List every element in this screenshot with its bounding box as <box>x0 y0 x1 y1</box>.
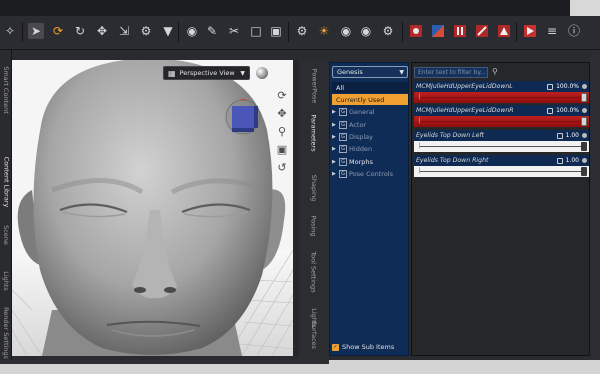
gear-icon[interactable]: ⚙ <box>380 23 396 39</box>
tree-item-currently-used[interactable]: Currently Used <box>332 94 408 105</box>
shape-icon[interactable]: □ <box>248 23 264 39</box>
scene-icon[interactable]: ✧ <box>2 23 18 39</box>
expand-arrow-icon: ▶ <box>332 121 336 128</box>
settings-icon[interactable]: ⚙ <box>294 23 310 39</box>
group-icon: G <box>339 132 347 141</box>
tree-group-actor[interactable]: ▶ G Actor <box>332 119 410 130</box>
group-icon: G <box>339 120 347 129</box>
group-icon: G <box>339 144 347 153</box>
slider-knob[interactable] <box>581 117 587 126</box>
property-slider[interactable]: MCMJulieHdUpperEyeLidDownR 100.0% │ <box>414 105 589 130</box>
chevron-down-icon: ▼ <box>240 69 245 77</box>
render-icon[interactable] <box>522 23 538 39</box>
tab-lights[interactable]: Lights <box>1 266 11 296</box>
lock-icon <box>547 83 554 90</box>
gear-icon <box>582 84 587 89</box>
tab-shaping[interactable]: Shaping <box>299 170 329 206</box>
group-icon: G <box>339 157 347 166</box>
view-selector[interactable]: ▦ Perspective View ▼ <box>163 66 250 80</box>
brush-icon[interactable]: ✎ <box>204 23 220 39</box>
tree-group-pose-controls[interactable]: ▶ G Pose Controls <box>332 168 410 179</box>
lock-icon <box>547 107 554 114</box>
right-pane-tabs: PowerPose Parameters Shaping Posing Tool… <box>299 60 329 360</box>
group-icon: G <box>339 107 347 116</box>
fill-icon[interactable] <box>452 23 468 39</box>
content-icon[interactable] <box>430 23 446 39</box>
zoom-icon[interactable]: ⚲ <box>272 122 292 140</box>
draw-style-icon[interactable] <box>256 67 268 79</box>
cursor-icon[interactable]: ➤ <box>28 23 44 39</box>
lock-icon <box>556 132 563 139</box>
pose-icon[interactable] <box>496 23 512 39</box>
light-icon[interactable]: ☀ <box>316 23 332 39</box>
property-list: Enter text to filter by... ⚲ MCMJulieHdU… <box>411 62 590 356</box>
rotate-node-icon[interactable]: ⟳ <box>50 23 66 39</box>
tree-group-general[interactable]: ▶ G General <box>332 106 410 117</box>
tab-content-library[interactable]: Content Library <box>1 150 11 214</box>
property-slider[interactable]: Eyelids Top Down Right 1.00 │ <box>414 155 589 180</box>
tree-group-display[interactable]: ▶ G Display <box>332 131 410 142</box>
right-edge <box>590 50 600 360</box>
pan-icon[interactable]: ✥ <box>272 104 292 122</box>
checkbox-icon: ✓ <box>332 343 339 351</box>
gear-icon <box>582 158 587 163</box>
tab-scene[interactable]: Scene <box>1 220 11 250</box>
grid-icon: ▦ <box>168 68 176 78</box>
property-slider[interactable]: MCMJulieHdUpperEyeLidDownL 100.0% │ <box>414 81 589 106</box>
property-slider[interactable]: Eyelids Top Down Left 1.00 │ <box>414 130 589 155</box>
scale-icon[interactable]: ⇲ <box>116 23 132 39</box>
universal-tool-icon[interactable]: ↻ <box>72 23 88 39</box>
lock-icon <box>556 157 563 164</box>
gear-icon <box>582 108 587 113</box>
morph-icon[interactable] <box>408 23 424 39</box>
figure-select[interactable]: Genesis ▼ <box>332 66 408 78</box>
expand-arrow-icon: ▶ <box>332 133 336 140</box>
render-settings-icon[interactable]: ▣ <box>268 23 284 39</box>
filter-input[interactable]: Enter text to filter by... <box>414 67 488 78</box>
slider-knob[interactable] <box>581 142 587 151</box>
main-toolbar: ✧ ➤ ⟳ ↻ ✥ ⇲ ⚙ ▼ ◉ ✎ ✂ □ ▣ ⚙ ☀ ◉ ◉ ⚙ ≡ ⓘ <box>0 16 600 50</box>
edit-icon[interactable] <box>474 23 490 39</box>
slider-knob[interactable] <box>581 167 587 176</box>
tree-group-morphs[interactable]: ▶ G Morphs <box>332 156 410 167</box>
left-pane-tabs: Smart Content Content Library Scene Ligh… <box>0 50 12 360</box>
view-cube-gizmo[interactable] <box>225 99 261 135</box>
status-strip <box>0 360 600 374</box>
daz-studio-window: ✧ ➤ ⟳ ↻ ✥ ⇲ ⚙ ▼ ◉ ✎ ✂ □ ▣ ⚙ ☀ ◉ ◉ ⚙ ≡ ⓘ … <box>0 0 600 374</box>
joint-editor-icon[interactable]: ⚙ <box>138 23 154 39</box>
expand-arrow-icon: ▶ <box>332 145 336 152</box>
chevron-down-icon: ▼ <box>399 68 404 76</box>
tab-smart-content[interactable]: Smart Content <box>1 60 11 120</box>
geometry-tool-icon[interactable]: ✂ <box>226 23 242 39</box>
expand-arrow-icon: ▶ <box>332 158 336 165</box>
frame-icon[interactable]: ▣ <box>272 140 292 158</box>
tab-render-settings[interactable]: Render Settings <box>1 307 11 359</box>
tab-powerpose[interactable]: PowerPose <box>299 64 329 108</box>
move-icon[interactable]: ✥ <box>94 23 110 39</box>
search-icon: ⚲ <box>492 67 498 76</box>
tree-group-hidden[interactable]: ▶ G Hidden <box>332 143 410 154</box>
title-strip <box>0 0 600 16</box>
tree-item-all[interactable]: All <box>332 82 408 93</box>
info-icon[interactable]: ⓘ <box>566 23 582 39</box>
expand-arrow-icon: ▶ <box>332 170 336 177</box>
expand-arrow-icon: ▶ <box>332 108 336 115</box>
orbit-icon[interactable]: ⟳ <box>272 86 292 104</box>
tab-tool-settings[interactable]: Tool Settings <box>299 244 329 300</box>
tab-surfaces[interactable]: Surfaces <box>299 318 329 352</box>
menu-icon[interactable]: ≡ <box>544 23 560 39</box>
surface-selection-icon[interactable]: ◉ <box>184 23 200 39</box>
triangle-icon[interactable]: ▼ <box>160 23 176 39</box>
parameter-tree: Genesis ▼ All Currently Used ▶ G General ▶… <box>329 62 409 356</box>
spot-render-icon[interactable]: ◉ <box>358 23 374 39</box>
group-icon: G <box>339 169 347 178</box>
show-sub-items-checkbox[interactable]: ✓ Show Sub Items <box>332 343 394 351</box>
slider-knob[interactable] <box>581 93 587 102</box>
gear-icon <box>582 133 587 138</box>
view-label: Perspective View <box>179 69 235 77</box>
camera-icon[interactable]: ◉ <box>338 23 354 39</box>
tab-parameters[interactable]: Parameters <box>299 110 329 156</box>
reset-view-icon[interactable]: ↺ <box>272 158 292 176</box>
tab-posing[interactable]: Posing <box>299 210 329 242</box>
